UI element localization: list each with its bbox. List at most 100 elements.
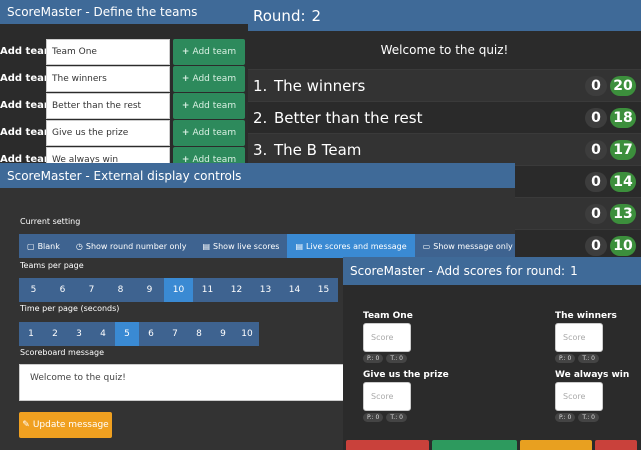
add-team-button[interactable]: + Add team <box>173 119 245 146</box>
score-input[interactable]: Score <box>555 382 603 411</box>
score-card: The winners Score P.: 0 T.: 0 <box>555 311 625 363</box>
tab-label: Live scores and message <box>306 241 407 251</box>
round-score-badge: 0 <box>585 203 607 224</box>
total-badge: T.: 0 <box>386 354 407 363</box>
time-per-page-option-7[interactable]: 7 <box>163 322 187 346</box>
add-team-label: Add team <box>192 46 237 57</box>
scoreboard-message-label: Scoreboard message <box>20 348 105 357</box>
team-name-input[interactable]: The winners <box>46 65 170 92</box>
update-message-label: Update message <box>32 420 109 430</box>
tab-show-round-number-only[interactable]: ◷ Show round number only <box>68 234 195 258</box>
plus-icon: + <box>181 100 190 111</box>
total-score-badge: 17 <box>610 139 636 160</box>
tab-show-live-scores[interactable]: ▤ Show live scores <box>194 234 287 258</box>
total-score-badge: 18 <box>610 107 636 128</box>
add-scores-round: 1 <box>570 264 578 278</box>
teams-per-page-label: Teams per page <box>20 261 84 270</box>
total-badge: T.: 0 <box>578 354 599 363</box>
teams-per-page-option-11[interactable]: 11 <box>193 278 222 302</box>
total-badge: T.: 0 <box>578 413 599 422</box>
action-button[interactable] <box>432 440 517 450</box>
action-button[interactable] <box>595 440 637 450</box>
teams-per-page-option-14[interactable]: 14 <box>280 278 309 302</box>
time-per-page-option-1[interactable]: 1 <box>19 322 43 346</box>
score-row: 1. The winners 0 20 <box>248 69 641 101</box>
add-team-label: Add team <box>192 127 237 138</box>
score-card: Give us the prize Score P.: 0 T.: 0 <box>363 370 449 422</box>
time-per-page-option-5[interactable]: 5 <box>115 322 139 346</box>
add-scores-title-text: ScoreMaster - Add scores for round: <box>350 264 566 278</box>
teams-per-page-option-10[interactable]: 10 <box>164 278 193 302</box>
time-per-page-option-6[interactable]: 6 <box>139 322 163 346</box>
score-badges: P.: 0 T.: 0 <box>363 354 433 363</box>
action-button[interactable] <box>346 440 429 450</box>
round-label: Round: <box>253 6 306 25</box>
tab-live-scores-and-message[interactable]: ▤ Live scores and message <box>287 234 415 258</box>
time-per-page-option-3[interactable]: 3 <box>67 322 91 346</box>
tab-blank[interactable]: ▢ Blank <box>19 234 68 258</box>
teams-per-page-option-6[interactable]: 6 <box>48 278 77 302</box>
team-row: Add team 4 Give us the prize + Add team <box>0 119 248 146</box>
team-name-input[interactable]: Better than the rest <box>46 92 170 119</box>
score-card-team: The winners <box>555 311 617 321</box>
tab-label: Show live scores <box>213 241 280 251</box>
add-scores-title: ScoreMaster - Add scores for round: 1 <box>343 257 641 285</box>
plus-icon: + <box>181 73 190 84</box>
time-per-page-option-10[interactable]: 10 <box>235 322 259 346</box>
team-row-label: Add team 1 <box>0 46 65 57</box>
total-score-badge: 20 <box>610 75 636 96</box>
row-rank: 2. <box>253 108 268 127</box>
table-icon: ▤ <box>202 241 211 251</box>
round-number: 2 <box>311 6 322 25</box>
plus-icon: + <box>181 46 190 57</box>
score-badges: P.: 0 T.: 0 <box>555 413 625 422</box>
total-score-badge: 14 <box>610 171 636 192</box>
team-name-input[interactable]: Give us the prize <box>46 119 170 146</box>
round-score-badge: 0 <box>585 75 607 96</box>
action-button[interactable] <box>520 440 592 450</box>
score-row: 2. Better than the rest 0 18 <box>248 101 641 133</box>
score-card-team: Team One <box>363 311 413 321</box>
time-per-page-option-9[interactable]: 9 <box>211 322 235 346</box>
score-card: We always win Score P.: 0 T.: 0 <box>555 370 629 422</box>
add-team-button[interactable]: + Add team <box>173 38 245 65</box>
plus-icon: + <box>181 127 190 138</box>
add-team-label: Add team <box>192 100 237 111</box>
time-per-page-option-4[interactable]: 4 <box>91 322 115 346</box>
team-row: Add team 3 Better than the rest + Add tea… <box>0 92 248 119</box>
teams-per-page-option-8[interactable]: 8 <box>106 278 135 302</box>
table-icon: ▤ <box>295 241 304 251</box>
scoreboard-message-input[interactable]: Welcome to the quiz! <box>19 364 349 401</box>
tab-label: Show message only <box>433 241 513 251</box>
score-input[interactable]: Score <box>363 323 411 352</box>
team-row: Add team 2 The winners + Add team <box>0 65 248 92</box>
teams-per-page-option-9[interactable]: 9 <box>135 278 164 302</box>
team-name-input[interactable]: Team One <box>46 38 170 65</box>
display-mode-tabs: ▢ Blank ◷ Show round number only ▤ Show liv… <box>19 234 515 258</box>
score-input[interactable]: Score <box>555 323 603 352</box>
total-badge: T.: 0 <box>386 413 407 422</box>
teams-per-page-option-7[interactable]: 7 <box>77 278 106 302</box>
score-input[interactable]: Score <box>363 382 411 411</box>
update-message-button[interactable]: ✎ Update message <box>19 412 112 438</box>
score-card-team: Give us the prize <box>363 370 449 380</box>
team-row: Add team 1 Team One + Add team <box>0 38 248 65</box>
add-team-button[interactable]: + Add team <box>173 65 245 92</box>
score-row: 3. The B Team 0 17 <box>248 133 641 165</box>
message-icon: ▭ <box>422 241 431 251</box>
time-per-page-option-8[interactable]: 8 <box>187 322 211 346</box>
row-team-name: The B Team <box>274 140 362 159</box>
tab-show-message-only[interactable]: ▭ Show message only <box>415 234 515 258</box>
time-per-page-option-2[interactable]: 2 <box>43 322 67 346</box>
points-badge: P.: 0 <box>363 413 384 422</box>
teams-per-page-option-15[interactable]: 15 <box>309 278 338 302</box>
round-score-badge: 0 <box>585 171 607 192</box>
points-badge: P.: 0 <box>363 354 384 363</box>
teams-per-page-option-13[interactable]: 13 <box>251 278 280 302</box>
row-team-name: The winners <box>274 76 366 95</box>
round-score-badge: 0 <box>585 139 607 160</box>
teams-per-page-option-12[interactable]: 12 <box>222 278 251 302</box>
tab-label: Blank <box>37 241 60 251</box>
add-team-button[interactable]: + Add team <box>173 92 245 119</box>
teams-per-page-option-5[interactable]: 5 <box>19 278 48 302</box>
